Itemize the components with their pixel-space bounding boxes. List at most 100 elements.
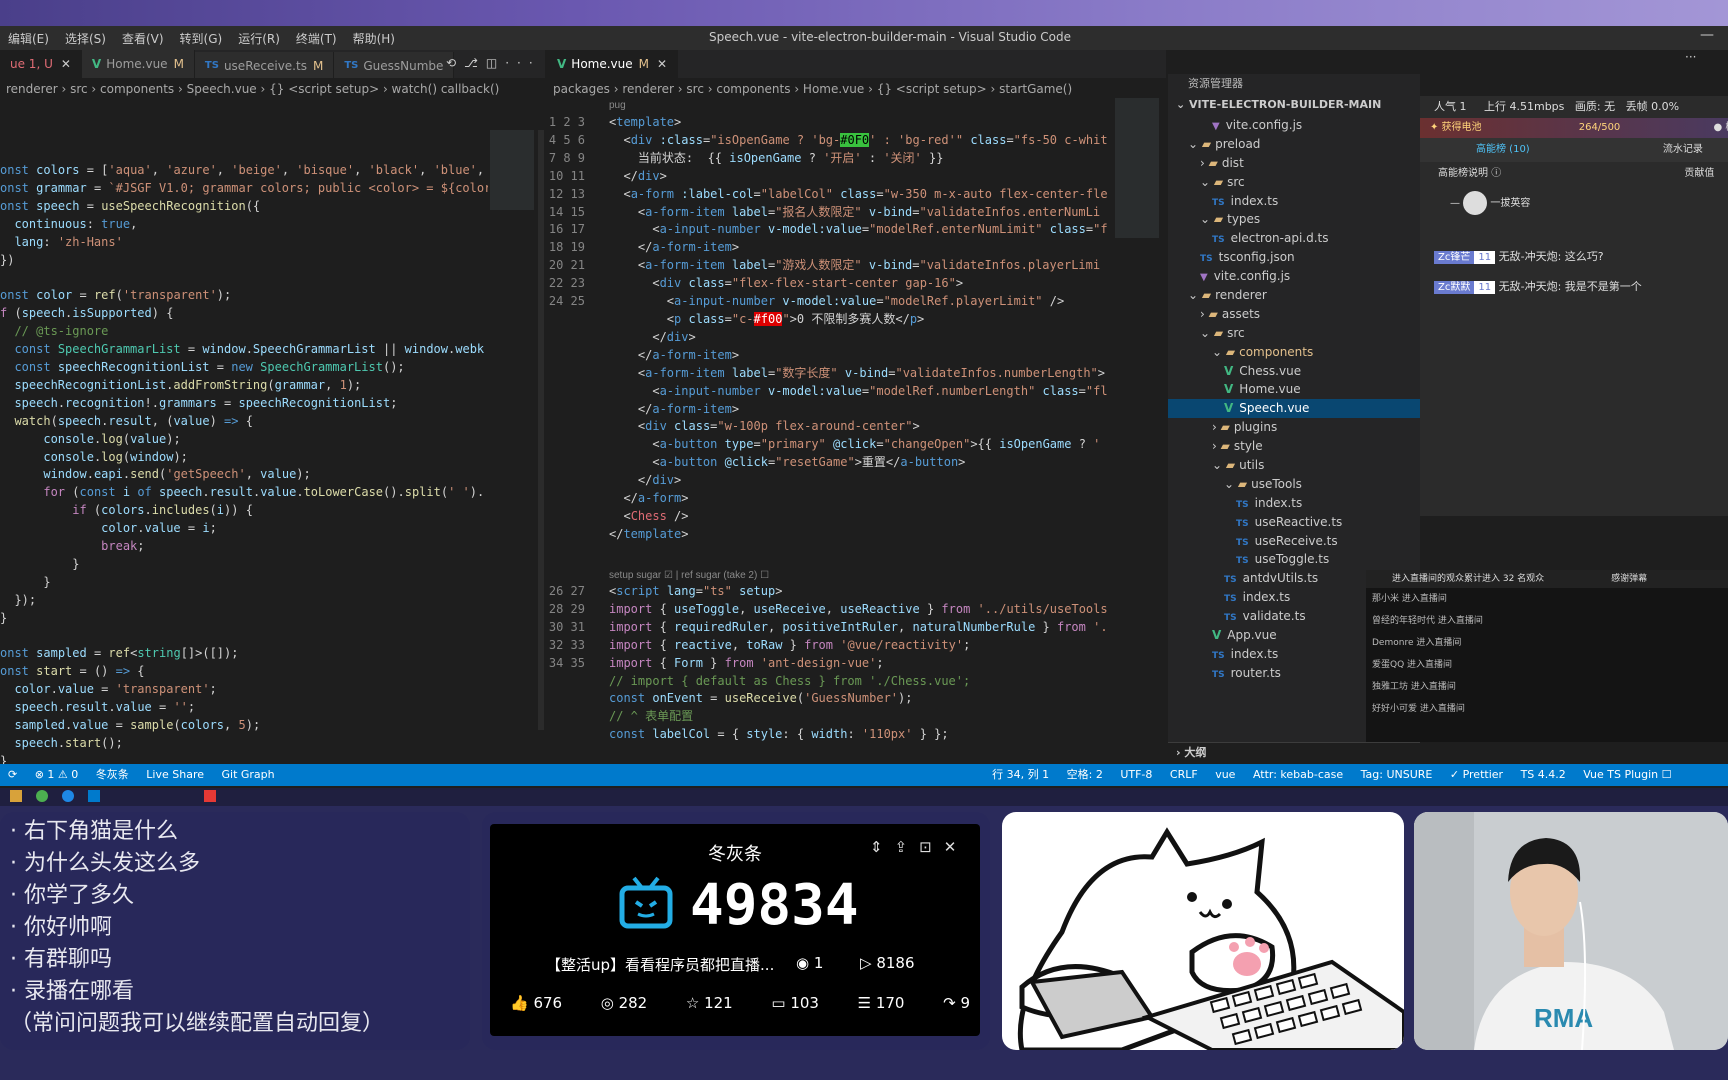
tree-item[interactable]: TS electron-api.d.ts [1168, 229, 1420, 248]
tab-speech-vue[interactable]: ue 1, U ✕ [0, 50, 82, 78]
end-of-line[interactable]: CRLF [1170, 768, 1198, 781]
tree-item[interactable]: › ▰ dist [1168, 154, 1420, 173]
vue-file-icon: V [1212, 628, 1222, 643]
encoding[interactable]: UTF-8 [1120, 768, 1152, 781]
tree-item[interactable]: ⌄ ▰ utils [1168, 456, 1420, 475]
tab-label: Home.vue [106, 57, 168, 71]
tree-item-label: tsconfig.json [1218, 250, 1295, 265]
language-mode[interactable]: vue [1215, 768, 1235, 781]
right-minimap[interactable] [1115, 98, 1159, 238]
tree-item-label: useTools [1251, 476, 1302, 491]
comment-stat: ▭ 103 [771, 994, 819, 1012]
tree-item[interactable]: TS tsconfig.json [1168, 248, 1420, 267]
tree-item[interactable]: ⌄ ▰ components [1168, 343, 1420, 362]
tab-guessnumber[interactable]: TS GuessNumbe [334, 51, 455, 78]
tree-item[interactable]: TS useToggle.ts [1168, 550, 1420, 569]
pug-hint[interactable]: pug [609, 98, 626, 113]
tree-item[interactable]: ⌄ ▰ renderer [1168, 286, 1420, 305]
tree-item[interactable]: ⌄ ▰ src [1168, 324, 1420, 343]
tree-item[interactable]: TS useReactive.ts [1168, 513, 1420, 532]
vue-ts-plugin[interactable]: Vue TS Plugin ☐ [1583, 768, 1671, 781]
tree-item[interactable]: ⌄ ▰ src [1168, 173, 1420, 192]
engagement-row: 👍 676 ◎ 282 ☆ 121 ▭ 103 ☰ 170 ↷ 9 [510, 994, 970, 1012]
window-controls-icon[interactable]: ⇕⇪⊡✕ [870, 838, 968, 856]
tree-item[interactable]: TS index.ts [1168, 192, 1420, 211]
outline-section[interactable]: › 大纲 [1168, 742, 1420, 762]
menu-view[interactable]: 查看(V) [114, 26, 172, 51]
music-app-icon[interactable] [204, 790, 216, 802]
modified-badge: M [173, 57, 184, 71]
menu-terminal[interactable]: 终端(T) [288, 26, 345, 51]
tree-item[interactable]: › ▰ plugins [1168, 418, 1420, 437]
close-icon[interactable]: ✕ [61, 57, 71, 71]
danmaku-stat: ☰ 170 [858, 994, 905, 1012]
right-breadcrumb[interactable]: packages › renderer › src › components ›… [547, 78, 1166, 100]
cursor-position[interactable]: 行 34, 列 1 [992, 768, 1049, 781]
tree-item-label: src [1227, 325, 1245, 340]
tree-item[interactable]: ▼ vite.config.js [1168, 116, 1420, 135]
tab-label: Home.vue [571, 57, 633, 71]
menu-edit[interactable]: 编辑(E) [0, 26, 57, 51]
minimize-icon[interactable]: — [1700, 27, 1714, 43]
template-code[interactable]: <template> <div :class="isOpenGame ? 'bg… [609, 114, 1109, 564]
indentation[interactable]: 空格: 2 [1067, 768, 1103, 781]
setup-sugar-hint[interactable]: setup sugar ☑ | ref sugar (take 2) ☐ [609, 568, 769, 583]
git-graph-button[interactable]: Git Graph [222, 768, 275, 781]
menu-selection[interactable]: 选择(S) [57, 26, 114, 51]
tree-item[interactable]: ▼ vite.config.js [1168, 267, 1420, 286]
bongo-cat-illustration [1017, 827, 1404, 1050]
left-minimap[interactable] [490, 130, 534, 210]
chrome-app-icon[interactable] [36, 790, 48, 802]
tree-item[interactable]: V Home.vue [1168, 380, 1420, 399]
edge-app-icon[interactable] [62, 790, 74, 802]
tab-flow[interactable]: 流水记录 [1663, 144, 1703, 155]
left-scrollbar[interactable] [538, 130, 544, 730]
status-user[interactable]: 冬灰条 [96, 768, 129, 781]
tree-item[interactable]: V Speech.vue [1168, 399, 1420, 419]
help-icon[interactable]: ⓘ [1491, 168, 1501, 179]
tree-item[interactable]: TS index.ts [1168, 494, 1420, 513]
avatar [1463, 191, 1488, 215]
ts-version[interactable]: TS 4.4.2 [1521, 768, 1566, 781]
prettier-status[interactable]: ✓ Prettier [1450, 768, 1503, 781]
folder-icon: ▰ [1220, 439, 1230, 454]
remote-icon[interactable]: ⟳ [8, 768, 17, 781]
tree-item[interactable]: ⌄ ▰ useTools [1168, 475, 1420, 494]
tree-item[interactable]: › ▰ style [1168, 437, 1420, 456]
tree-item[interactable]: › ▰ assets [1168, 305, 1420, 324]
faq-item: （常问问题我可以继续配置自动回复） [10, 1011, 385, 1036]
problems-indicator[interactable]: ⊗ 1 ⚠ 0 [35, 768, 79, 781]
tree-item[interactable]: ⌄ ▰ preload [1168, 135, 1420, 154]
tag-case[interactable]: Tag: UNSURE [1361, 768, 1433, 781]
script-code[interactable]: <script lang="ts" setup> import { useTog… [609, 583, 1109, 743]
vscode-app-icon[interactable] [88, 790, 100, 802]
tree-item-label: Speech.vue [1239, 401, 1310, 416]
vue-file-icon: V [1224, 401, 1234, 416]
left-breadcrumb[interactable]: renderer › src › components › Speech.vue… [0, 78, 545, 100]
menu-run[interactable]: 运行(R) [230, 26, 288, 51]
tree-item[interactable]: TS useReceive.ts [1168, 532, 1420, 551]
favorite-stat: ☆ 121 [686, 994, 733, 1012]
vue-file-icon: V [557, 57, 567, 71]
live-share-button[interactable]: Live Share [146, 768, 204, 781]
chevron-down-icon: ⌄ [1200, 325, 1214, 340]
menu-help[interactable]: 帮助(H) [345, 26, 403, 51]
left-code[interactable]: onst colors = ['aqua', 'azure', 'beige',… [0, 162, 488, 782]
editor-actions-icon[interactable]: ⟲⎇◫··· [446, 56, 541, 70]
tab-home-vue[interactable]: V Home.vue M [81, 50, 195, 78]
explorer-root[interactable]: ⌄ VITE-ELECTRON-BUILDER-MAIN [1168, 94, 1420, 116]
tree-item[interactable]: V Chess.vue [1168, 362, 1420, 381]
window-title: Speech.vue - vite-electron-builder-main … [709, 30, 1071, 44]
close-icon[interactable]: ✕ [657, 57, 667, 71]
folder-app-icon[interactable] [10, 790, 22, 802]
attr-case[interactable]: Attr: kebab-case [1253, 768, 1343, 781]
tab-rank[interactable]: 高能榜 (10) [1476, 144, 1530, 155]
enter-tab[interactable]: 感谢弹幕 [1611, 574, 1647, 584]
modified-badge: M [638, 57, 649, 71]
tab-usereceive-ts[interactable]: TS useReceive.ts M [194, 51, 335, 78]
ts-file-icon: TS [1224, 613, 1237, 624]
stream-overlay-panel: 人气 1 上行 4.51mbps 画质: 无 丢帧 0.0% ✦ 获得电池 26… [1420, 96, 1728, 516]
menu-goto[interactable]: 转到(G) [172, 26, 231, 51]
tab-home-vue-active[interactable]: V Home.vue M ✕ [547, 50, 679, 78]
tree-item[interactable]: ⌄ ▰ types [1168, 210, 1420, 229]
